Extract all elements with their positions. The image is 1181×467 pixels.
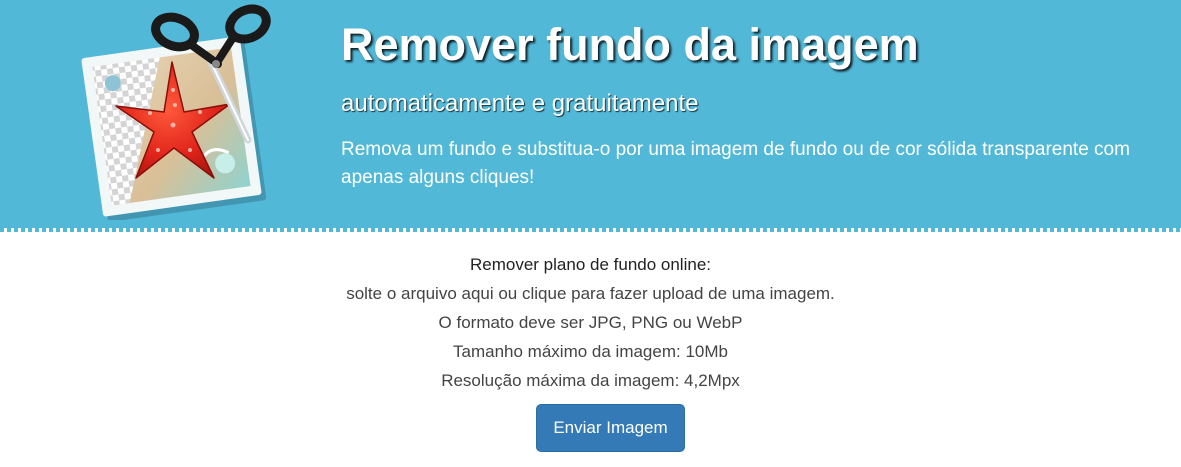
- upload-format-note: O formato deve ser JPG, PNG ou WebP: [438, 313, 743, 332]
- hero-divider: [0, 228, 1181, 232]
- page-subtitle: automaticamente e gratuitamente: [341, 90, 699, 117]
- upload-max-resolution-note: Resolução máxima da imagem: 4,2Mpx: [441, 371, 740, 390]
- upload-instruction: solte o arquivo aqui ou clique para faze…: [346, 284, 835, 303]
- photo-scissors-starfish-icon: [81, 4, 271, 220]
- hero-description: Remova um fundo e substitua-o por uma im…: [341, 139, 1130, 188]
- send-image-button[interactable]: Enviar Imagem: [536, 404, 685, 452]
- upload-dropzone[interactable]: Remover plano de fundo online: solte o a…: [0, 250, 1181, 395]
- upload-heading: Remover plano de fundo online:: [470, 255, 711, 274]
- page-title: Remover fundo da imagem: [341, 19, 919, 70]
- upload-max-size-note: Tamanho máximo da imagem: 10Mb: [453, 342, 728, 361]
- hero-banner: Remover fundo da imagem automaticamente …: [0, 0, 1181, 228]
